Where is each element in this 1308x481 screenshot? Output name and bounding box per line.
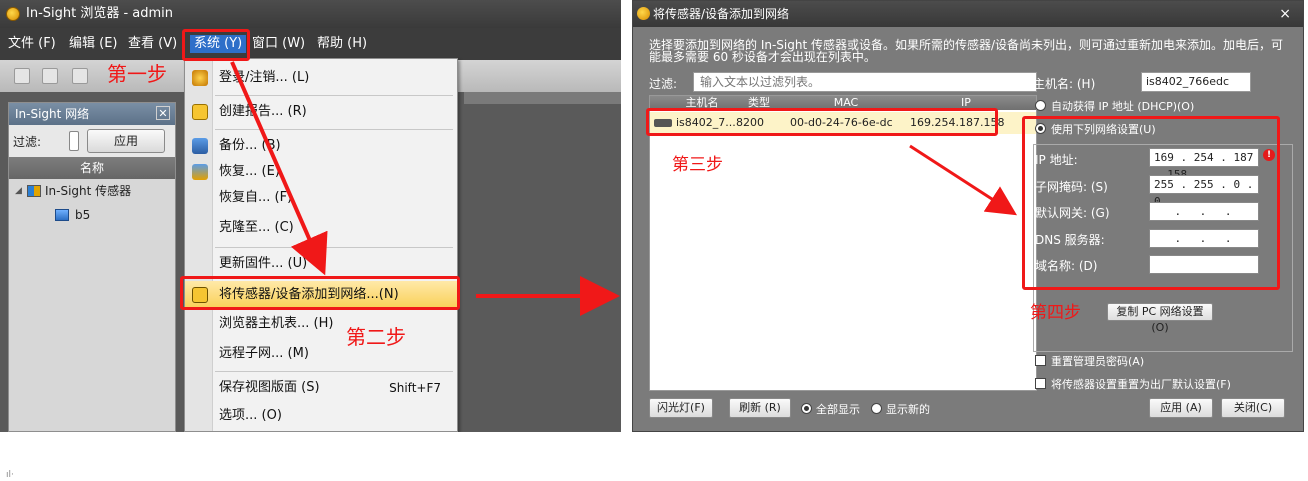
restore-icon [192, 164, 208, 180]
menu-item-label: 保存视图版面 (S) [219, 380, 320, 395]
refresh-button[interactable]: 刷新 (R) [729, 398, 791, 418]
menu-item-label: 远程子网... (M) [219, 346, 309, 361]
dhcp-radio[interactable] [1035, 100, 1046, 111]
backup-icon [192, 138, 208, 154]
network-panel-header: In-Sight 网络 ✕ [9, 103, 175, 125]
in-sight-network-panel: In-Sight 网络 ✕ 过滤: 应用 名称 ◢ In-Sight 传感器 b… [8, 102, 176, 432]
network-panel-title: In-Sight 网络 [15, 107, 90, 121]
column-header-name[interactable]: 名称 [9, 157, 175, 179]
flash-button[interactable]: 闪光灯(F) [649, 398, 713, 418]
menu-window[interactable]: 窗口 (W) [252, 35, 305, 53]
instructions-line: 能最多需要 60 秒设备才会出现在列表中。 [649, 50, 876, 64]
reset-admin-password-label: 重置管理员密码(A) [1051, 355, 1145, 368]
menu-item-restore-from[interactable]: 恢复自... (F) [185, 185, 457, 211]
filter-input[interactable] [69, 131, 79, 151]
menu-item-label: 恢复自... (F) [219, 190, 293, 205]
tree-item-device[interactable]: b5 [9, 203, 175, 227]
dialog-instructions: 选择要添加到网络的 In-Sight 传感器或设备。如果所需的传感器/设备尚未列… [649, 39, 1297, 63]
close-icon[interactable]: × [1279, 1, 1291, 27]
hostname-field[interactable]: is8402_766edc [1141, 72, 1251, 92]
menu-item-label: 登录/注销... (L) [219, 70, 310, 85]
in-sight-logo-icon [637, 7, 650, 20]
report-icon [192, 104, 208, 120]
dialog-filter-label: 过滤: [649, 77, 678, 91]
sensor-group-icon [27, 185, 41, 197]
menu-item-label: 更新固件... (U) [219, 256, 308, 271]
new-file-icon[interactable] [14, 68, 30, 84]
apply-button[interactable]: 应用 [87, 129, 165, 153]
system-dropdown-menu: 登录/注销... (L) 创建报告... (R) 备份... (B) 恢复...… [184, 58, 458, 432]
annotation-step-2: 第二步 [346, 325, 406, 349]
menu-item-clone-to[interactable]: 克隆至... (C) [185, 215, 457, 241]
filter-label: 过滤: [13, 135, 42, 149]
login-icon [192, 70, 208, 86]
menu-item-label: 选项... (O) [219, 408, 282, 423]
factory-reset-checkbox[interactable] [1035, 378, 1046, 389]
highlight-device-row [646, 108, 998, 136]
menu-separator [215, 371, 453, 372]
menu-item-options[interactable]: 选项... (O) [185, 403, 457, 429]
menu-item-label: 备份... (B) [219, 138, 281, 153]
menu-bar: 文件 (F) 编辑 (E) 查看 (V) 系统 (Y) 窗口 (W) 帮助 (H… [0, 28, 621, 60]
annotation-step-4: 第四步 [1030, 303, 1081, 323]
in-sight-browser-window: In-Sight 浏览器 - admin 文件 (F) 编辑 (E) 查看 (V… [0, 0, 621, 432]
dialog-title: 将传感器/设备添加到网络 [653, 7, 790, 21]
highlight-network-settings [1022, 116, 1280, 290]
menu-item-label: 克隆至... (C) [219, 220, 294, 235]
network-filter-row: 过滤: 应用 [9, 125, 175, 157]
annotation-step-1: 第一步 [107, 62, 167, 86]
close-button[interactable]: 关闭(C) [1221, 398, 1285, 418]
menu-item-restore[interactable]: 恢复... (E) [185, 159, 457, 185]
highlight-system-menu [182, 29, 250, 61]
tree-item-sensor-group[interactable]: ◢ In-Sight 传感器 [9, 179, 175, 203]
menu-item-remote-subnet[interactable]: 远程子网... (M) [185, 341, 457, 367]
menu-file[interactable]: 文件 (F) [8, 35, 56, 53]
reset-admin-password-checkbox[interactable] [1035, 355, 1046, 366]
menu-item-create-report[interactable]: 创建报告... (R) [185, 99, 457, 125]
close-icon[interactable]: ✕ [156, 106, 170, 120]
menu-item-backup[interactable]: 备份... (B) [185, 133, 457, 159]
menu-separator [215, 247, 453, 248]
show-new-label: 显示新的 [886, 403, 930, 416]
camera-icon [55, 209, 69, 221]
menu-item-save-layout[interactable]: 保存视图版面 (S) Shift+F7 [185, 375, 457, 401]
menu-item-update-firmware[interactable]: 更新固件... (U) [185, 251, 457, 277]
hostname-label: 主机名: (H) [1033, 77, 1096, 91]
dhcp-label: 自动获得 IP 地址 (DHCP)(O) [1051, 100, 1195, 113]
menu-separator [215, 129, 453, 130]
annotation-step-3: 第三步 [672, 155, 723, 175]
dialog-filter-input[interactable] [693, 72, 1037, 92]
save-icon[interactable] [72, 68, 88, 84]
workspace-background [464, 92, 621, 104]
copy-pc-network-settings-button[interactable]: 复制 PC 网络设置(O) [1107, 303, 1213, 334]
dialog-title-bar: 将传感器/设备添加到网络 × [633, 1, 1303, 27]
tree-group-label: In-Sight 传感器 [45, 184, 132, 198]
shortcut-label: Shift+F7 [389, 381, 441, 395]
menu-item-label: 恢复... (E) [219, 164, 280, 179]
show-new-radio[interactable] [871, 403, 882, 414]
device-table: 主机名 类型 MAC IP is8402_7... 8200 00-d0-24-… [649, 95, 1037, 391]
apply-button[interactable]: 应用 (A) [1149, 398, 1213, 418]
footer-mark: ıl· [6, 470, 14, 480]
highlight-add-sensor-item [180, 276, 460, 310]
expand-arrow-icon[interactable]: ◢ [15, 179, 22, 203]
in-sight-logo-icon [6, 7, 20, 21]
menu-item-host-table[interactable]: 浏览器主机表... (H) [185, 311, 457, 337]
browser-title: In-Sight 浏览器 - admin [26, 6, 174, 21]
show-all-radio[interactable] [801, 403, 812, 414]
menu-item-login[interactable]: 登录/注销... (L) [185, 65, 457, 91]
show-all-label: 全部显示 [816, 403, 860, 416]
menu-separator [215, 95, 453, 96]
menu-help[interactable]: 帮助 (H) [317, 35, 367, 53]
tree-device-label: b5 [75, 208, 91, 222]
menu-item-label: 创建报告... (R) [219, 104, 307, 119]
menu-view[interactable]: 查看 (V) [128, 35, 177, 53]
menu-edit[interactable]: 编辑 (E) [69, 35, 118, 53]
menu-item-label: 浏览器主机表... (H) [219, 316, 334, 331]
factory-reset-label: 将传感器设置重置为出厂默认设置(F) [1051, 378, 1231, 391]
open-folder-icon[interactable] [42, 68, 58, 84]
browser-title-bar: In-Sight 浏览器 - admin [0, 0, 621, 28]
